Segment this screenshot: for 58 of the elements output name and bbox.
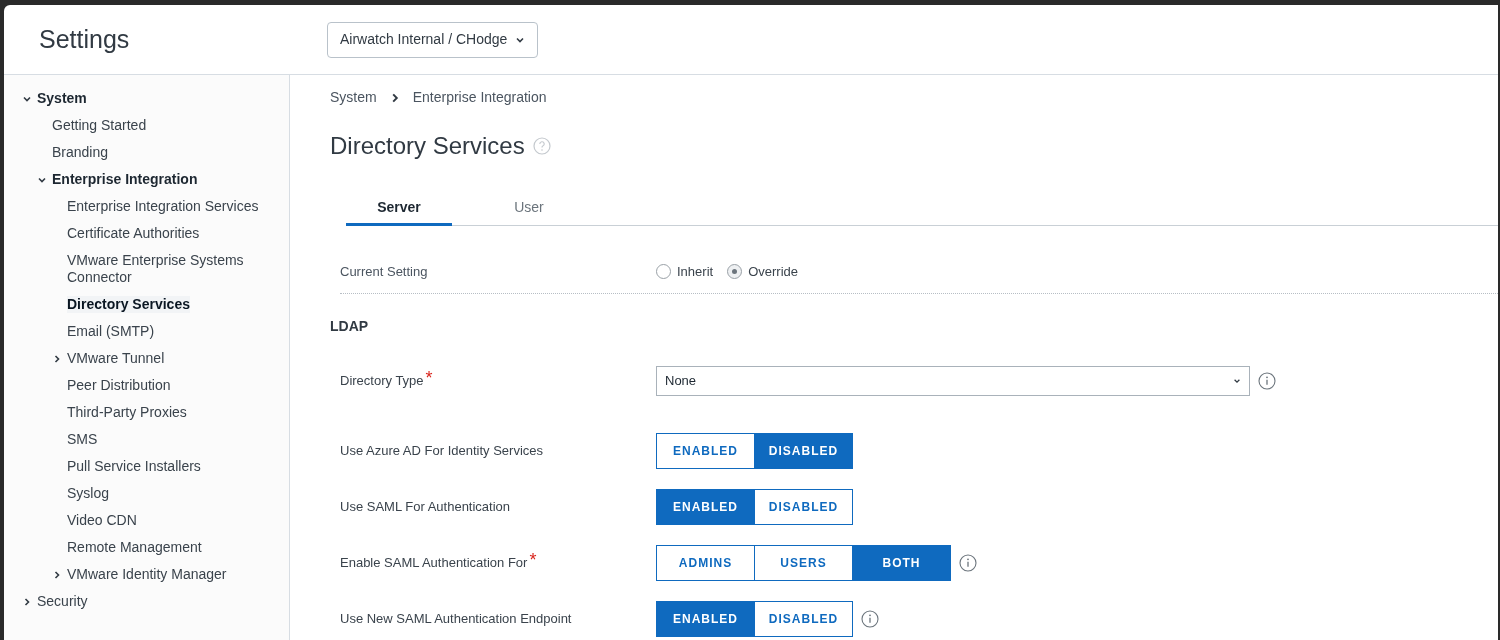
chevron-icon[interactable] <box>52 354 62 364</box>
page-title: Directory Services <box>330 131 525 161</box>
toggle-option[interactable]: DISABLED <box>754 433 853 469</box>
sidebar-item[interactable]: Security <box>37 593 88 610</box>
sidebar-item[interactable]: Getting Started <box>52 117 147 134</box>
toggle-option[interactable]: DISABLED <box>754 489 853 525</box>
sidebar-item[interactable]: Remote Management <box>67 539 202 556</box>
sidebar-item[interactable]: Certificate Authorities <box>67 225 200 242</box>
sidebar-item[interactable]: Branding <box>52 144 109 161</box>
tab[interactable]: User <box>452 192 606 226</box>
radio-label: Inherit <box>677 262 714 281</box>
info-icon[interactable] <box>861 610 879 628</box>
field-label: Use SAML For Authentication <box>340 498 511 517</box>
radio-button[interactable] <box>656 264 671 279</box>
chevron-icon[interactable] <box>52 570 62 580</box>
radio-label: Override <box>748 262 798 281</box>
sidebar-item[interactable]: Enterprise Integration <box>52 171 198 188</box>
field-label: Directory Type <box>340 372 424 391</box>
field-label: Use Azure AD For Identity Services <box>340 442 544 461</box>
toggle-option[interactable]: BOTH <box>852 545 951 581</box>
sidebar-item[interactable]: VMware Identity Manager <box>67 566 227 583</box>
toggle-option[interactable]: DISABLED <box>754 601 853 637</box>
chevron-icon[interactable] <box>37 175 47 185</box>
breadcrumb-link[interactable]: System <box>330 87 377 108</box>
toggle-option[interactable]: ADMINS <box>656 545 755 581</box>
chevron-icon[interactable] <box>22 597 32 607</box>
field-label: Use New SAML Authentication Endpoint <box>340 610 572 629</box>
required-asterisk: * <box>425 371 433 386</box>
sidebar-item[interactable]: SMS <box>67 431 98 448</box>
field-label: Enable SAML Authentication For <box>340 554 528 573</box>
chevron-icon[interactable] <box>22 94 32 104</box>
caret-icon <box>1233 377 1241 385</box>
toggle-option[interactable]: ENABLED <box>656 433 755 469</box>
select-field[interactable]: None <box>656 366 1250 396</box>
sidebar-item[interactable]: Pull Service Installers <box>67 458 201 475</box>
sidebar-item[interactable]: VMware Enterprise Systems Connector <box>67 252 281 286</box>
field-label: Current Setting <box>340 262 429 281</box>
org-selector[interactable]: Airwatch Internal / CHodge <box>327 21 539 58</box>
app-title: Settings <box>39 23 131 55</box>
sidebar-item[interactable]: Third-Party Proxies <box>67 404 187 421</box>
sidebar-item[interactable]: System <box>37 90 87 107</box>
toggle-option[interactable]: ENABLED <box>656 601 755 637</box>
sidebar-item[interactable]: Video CDN <box>67 512 137 529</box>
sidebar-item[interactable]: Email (SMTP) <box>67 323 155 340</box>
sidebar-item[interactable]: Enterprise Integration Services <box>67 198 259 215</box>
required-asterisk: * <box>529 553 537 568</box>
tab[interactable]: Server <box>346 192 452 226</box>
breadcrumb-link[interactable]: Enterprise Integration <box>412 87 547 108</box>
info-icon[interactable] <box>959 554 977 572</box>
radio-button[interactable] <box>727 264 743 279</box>
info-icon[interactable] <box>1258 372 1276 390</box>
sidebar-item[interactable]: Syslog <box>67 485 110 502</box>
sidebar-item[interactable]: Peer Distribution <box>67 377 171 394</box>
toggle-option[interactable]: USERS <box>754 545 853 581</box>
section-title: LDAP <box>330 317 370 336</box>
toggle-option[interactable]: ENABLED <box>656 489 755 525</box>
sidebar-item[interactable]: VMware Tunnel <box>67 350 165 367</box>
sidebar-item[interactable]: Directory Services <box>67 296 190 313</box>
